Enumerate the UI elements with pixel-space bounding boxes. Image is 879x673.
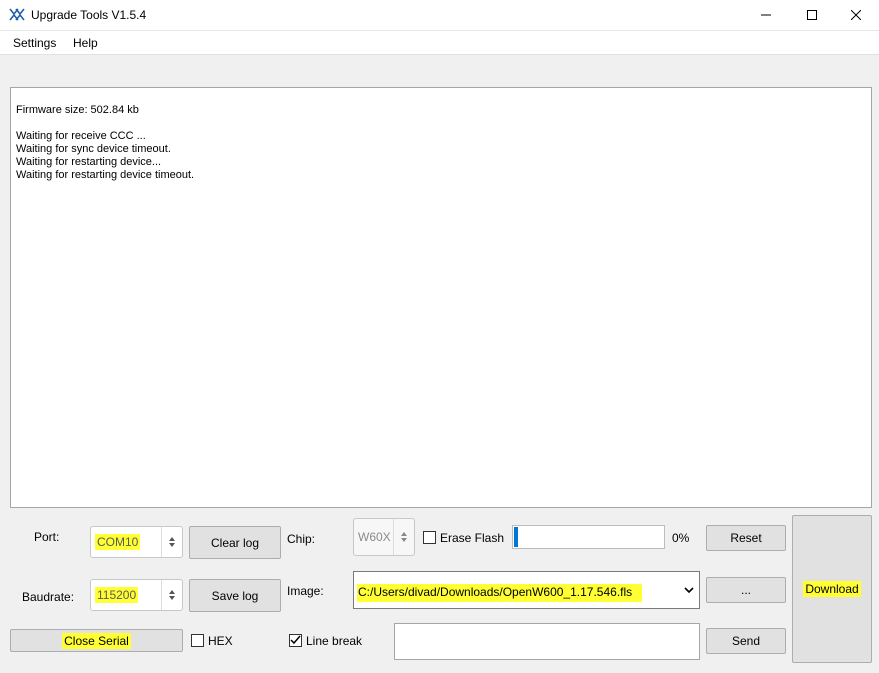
close-button[interactable] — [833, 0, 879, 31]
chevron-down-icon[interactable] — [679, 572, 699, 608]
download-button[interactable]: Download — [792, 515, 872, 663]
save-log-button[interactable]: Save log — [189, 579, 281, 612]
download-label: Download — [803, 581, 861, 597]
image-label: Image: — [287, 584, 324, 598]
progress-fill — [514, 527, 518, 547]
chip-spinbox[interactable]: W60X — [353, 518, 415, 556]
erase-flash-checkbox[interactable] — [423, 531, 436, 544]
menu-help[interactable]: Help — [73, 36, 98, 50]
reset-button[interactable]: Reset — [706, 525, 786, 551]
line-break-checkbox[interactable] — [289, 634, 302, 647]
minimize-button[interactable] — [743, 0, 789, 31]
baudrate-value: 115200 — [95, 587, 139, 603]
minimize-icon — [761, 9, 771, 23]
checkmark-icon — [290, 634, 301, 648]
close-serial-label: Close Serial — [62, 632, 131, 649]
send-button[interactable]: Send — [706, 628, 786, 654]
app-logo-icon — [9, 7, 25, 23]
chip-value: W60X — [358, 530, 391, 544]
send-input[interactable] — [394, 623, 700, 660]
spin-arrows-icon[interactable] — [161, 527, 182, 557]
clear-log-button[interactable]: Clear log — [189, 526, 281, 559]
close-serial-button[interactable]: Close Serial — [10, 629, 183, 652]
browse-button[interactable]: ... — [706, 577, 786, 603]
maximize-icon — [807, 9, 817, 23]
spin-arrows-icon[interactable] — [393, 519, 414, 555]
progress-percent: 0% — [672, 531, 690, 545]
hex-label: HEX — [208, 634, 233, 648]
hex-checkbox[interactable] — [191, 634, 204, 647]
port-spinbox[interactable]: COM10 — [90, 526, 183, 558]
close-icon — [850, 9, 862, 23]
log-output[interactable]: Firmware size: 502.84 kb Waiting for rec… — [10, 87, 872, 508]
port-label: Port: — [34, 530, 60, 544]
maximize-button[interactable] — [789, 0, 835, 31]
line-break-label: Line break — [306, 634, 363, 648]
image-combobox[interactable]: C:/Users/divad/Downloads/OpenW600_1.17.5… — [353, 571, 700, 609]
menu-settings[interactable]: Settings — [13, 36, 56, 50]
spin-arrows-icon[interactable] — [161, 580, 182, 610]
chip-label: Chip: — [287, 532, 316, 546]
image-path: C:/Users/divad/Downloads/OpenW600_1.17.5… — [357, 584, 643, 602]
baudrate-spinbox[interactable]: 115200 — [90, 579, 183, 611]
window-title: Upgrade Tools V1.5.4 — [31, 8, 147, 22]
port-value: COM10 — [95, 534, 141, 550]
menu-bar — [0, 31, 879, 55]
erase-flash-label: Erase Flash — [440, 531, 505, 545]
baudrate-label: Baudrate: — [22, 590, 75, 604]
progress-bar — [512, 525, 665, 549]
